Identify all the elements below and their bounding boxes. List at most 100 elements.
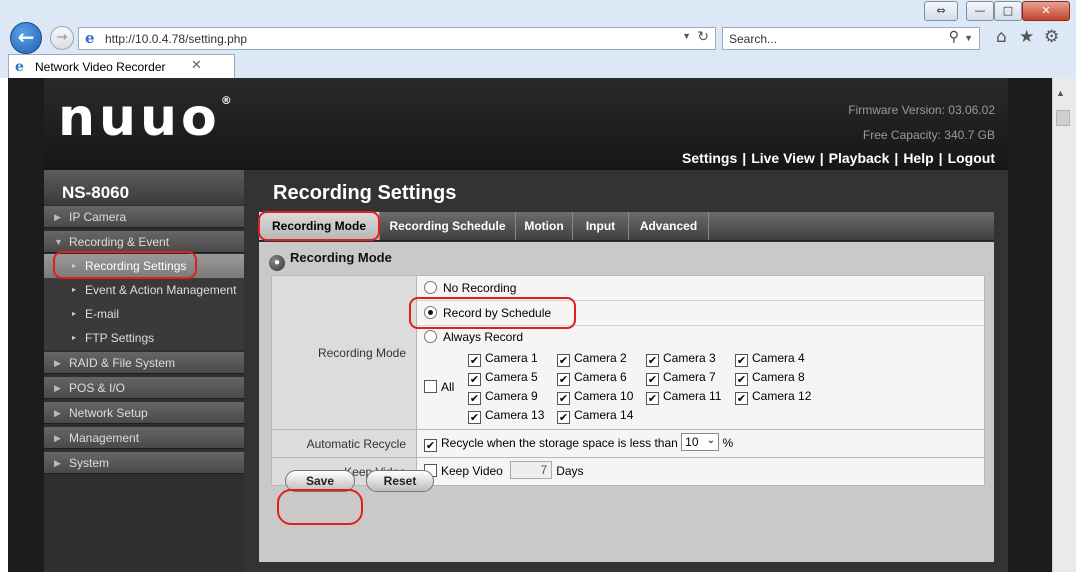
camera-checkbox[interactable]: ✔: [468, 354, 481, 367]
camera-checkbox-item[interactable]: ✔ Camera 12: [735, 387, 824, 406]
tab-title: Network Video Recorder: [35, 60, 166, 74]
recording-mode-options: No Recording Record by Schedule Always R…: [416, 275, 985, 430]
radio-always-record[interactable]: [424, 330, 437, 343]
search-dropdown-icon[interactable]: ▼: [964, 33, 973, 43]
sidebar-item-system[interactable]: ▶ System: [44, 452, 244, 474]
camera-checkbox-item[interactable]: ✔ Camera 1: [468, 349, 557, 368]
restore-bar-button[interactable]: ⇔: [924, 1, 958, 21]
camera-checkbox[interactable]: ✔: [468, 392, 481, 405]
nav-live-view[interactable]: Live View: [751, 150, 815, 166]
all-cameras-checkbox[interactable]: [424, 380, 437, 393]
search-icon[interactable]: ⚲: [949, 29, 959, 45]
option-always-record[interactable]: Always Record: [417, 326, 984, 348]
scroll-up-icon[interactable]: ▲: [1056, 88, 1065, 98]
camera-checkbox[interactable]: ✔: [468, 373, 481, 386]
sidebar-item-recording-event[interactable]: ▼ Recording & Event: [44, 231, 244, 253]
ie-page-icon: e: [85, 29, 95, 47]
forward-arrow-icon[interactable]: →: [50, 26, 74, 50]
option-record-by-schedule[interactable]: Record by Schedule: [417, 301, 984, 326]
camera-checkbox-item[interactable]: ✔ Camera 11: [646, 387, 735, 406]
nav-logout[interactable]: Logout: [948, 150, 995, 166]
section-gear-icon: ●: [269, 255, 285, 271]
tools-gear-icon[interactable]: ⚙: [1044, 27, 1059, 47]
camera-checkbox-item[interactable]: ✔ Camera 6: [557, 368, 646, 387]
address-dropdown-icon[interactable]: ▼: [682, 31, 691, 41]
favorites-star-icon[interactable]: ★: [1019, 27, 1034, 47]
tab-advanced[interactable]: Advanced: [629, 212, 709, 240]
camera-label: Camera 9: [485, 389, 538, 403]
camera-checkbox-item[interactable]: ✔ Camera 10: [557, 387, 646, 406]
ie-tab-icon: e: [15, 59, 24, 75]
option-no-recording[interactable]: No Recording: [417, 276, 984, 301]
keep-video-row: Keep Video 7 Days: [416, 457, 985, 486]
camera-checkbox-item[interactable]: ✔ Camera 7: [646, 368, 735, 387]
tab-input[interactable]: Input: [573, 212, 629, 240]
sidebar-item-pos-io[interactable]: ▶ POS & I/O: [44, 377, 244, 399]
tab-motion[interactable]: Motion: [516, 212, 573, 240]
reset-button[interactable]: Reset: [366, 470, 434, 492]
close-window-button[interactable]: ✕: [1022, 1, 1070, 21]
camera-checkbox[interactable]: ✔: [646, 354, 659, 367]
save-button[interactable]: Save: [285, 470, 355, 492]
sidebar-item-ftp-settings[interactable]: ▸ FTP Settings: [44, 326, 244, 350]
camera-checkbox[interactable]: ✔: [735, 354, 748, 367]
maximize-button[interactable]: □: [994, 1, 1022, 21]
sidebar-item-email[interactable]: ▸ E-mail: [44, 302, 244, 326]
nav-help[interactable]: Help: [903, 150, 933, 166]
automatic-recycle-row: ✔ Recycle when the storage space is less …: [416, 429, 985, 458]
tab-recording-schedule[interactable]: Recording Schedule: [380, 212, 516, 240]
camera-checkbox-item[interactable]: ✔ Camera 13: [468, 406, 557, 425]
camera-checkbox[interactable]: ✔: [557, 411, 570, 424]
tab-recording-mode[interactable]: Recording Mode: [259, 212, 380, 240]
refresh-icon[interactable]: ↻: [697, 29, 709, 45]
keep-video-days-input[interactable]: 7: [510, 461, 553, 479]
firmware-version: Firmware Version: 03.06.02: [848, 103, 995, 117]
section-title-text: Recording Mode: [290, 250, 392, 265]
vertical-scrollbar[interactable]: ▲: [1052, 78, 1076, 572]
camera-checkbox-item[interactable]: ✔ Camera 4: [735, 349, 824, 368]
sidebar-item-management[interactable]: ▶ Management: [44, 427, 244, 449]
camera-checkbox[interactable]: ✔: [646, 392, 659, 405]
camera-label: Camera 8: [752, 370, 805, 384]
app-header: nuuo® Firmware Version: 03.06.02 Free Ca…: [44, 78, 1008, 170]
sidebar-item-network-setup[interactable]: ▶ Network Setup: [44, 402, 244, 424]
sidebar-item-raid-file-system[interactable]: ▶ RAID & File System: [44, 352, 244, 374]
all-cameras[interactable]: All: [424, 380, 468, 394]
address-url[interactable]: http://10.0.4.78/setting.php: [105, 32, 247, 46]
camera-label: Camera 10: [574, 389, 634, 403]
camera-checkbox[interactable]: ✔: [646, 373, 659, 386]
camera-checkbox[interactable]: ✔: [557, 392, 570, 405]
camera-checkbox[interactable]: ✔: [735, 373, 748, 386]
camera-checkbox-item[interactable]: ✔ Camera 8: [735, 368, 824, 387]
radio-no-recording[interactable]: [424, 281, 437, 294]
sidebar-item-label: Management: [69, 431, 140, 445]
scroll-thumb[interactable]: [1056, 110, 1070, 126]
camera-checkbox-item[interactable]: ✔ Camera 14: [557, 406, 646, 425]
chevron-down-icon: ▼: [54, 237, 63, 247]
logo-text: nuuo: [58, 88, 221, 148]
browser-tab[interactable]: e Network Video Recorder ✕: [8, 54, 235, 78]
search-input[interactable]: Search... ⚲ ▼: [722, 27, 980, 50]
home-icon[interactable]: ⌂: [996, 27, 1007, 47]
radio-record-by-schedule[interactable]: [424, 306, 437, 319]
sidebar-item-label: Event & Action Management: [85, 283, 237, 297]
camera-checkbox[interactable]: ✔: [468, 411, 481, 424]
address-bar[interactable]: e http://10.0.4.78/setting.php ▼ ↻: [78, 27, 716, 50]
recycle-threshold-select[interactable]: 10 ⌄: [681, 433, 720, 451]
back-arrow-icon[interactable]: ←: [10, 22, 42, 54]
sidebar-item-event-action[interactable]: ▸ Event & Action Management: [44, 278, 244, 302]
sidebar-item-ip-camera[interactable]: ▶ IP Camera: [44, 206, 244, 228]
camera-checkbox[interactable]: ✔: [557, 373, 570, 386]
camera-checkbox[interactable]: ✔: [557, 354, 570, 367]
nav-settings[interactable]: Settings: [682, 150, 737, 166]
camera-checkbox[interactable]: ✔: [735, 392, 748, 405]
sidebar-item-recording-settings[interactable]: ▸ Recording Settings: [44, 254, 244, 278]
camera-checkbox-item[interactable]: ✔ Camera 5: [468, 368, 557, 387]
camera-checkbox-item[interactable]: ✔ Camera 9: [468, 387, 557, 406]
minimize-button[interactable]: —: [966, 1, 994, 21]
camera-checkbox-item[interactable]: ✔ Camera 2: [557, 349, 646, 368]
nav-playback[interactable]: Playback: [829, 150, 890, 166]
recycle-checkbox[interactable]: ✔: [424, 439, 437, 452]
camera-checkbox-item[interactable]: ✔ Camera 3: [646, 349, 735, 368]
tab-close-icon[interactable]: ✕: [191, 58, 202, 73]
